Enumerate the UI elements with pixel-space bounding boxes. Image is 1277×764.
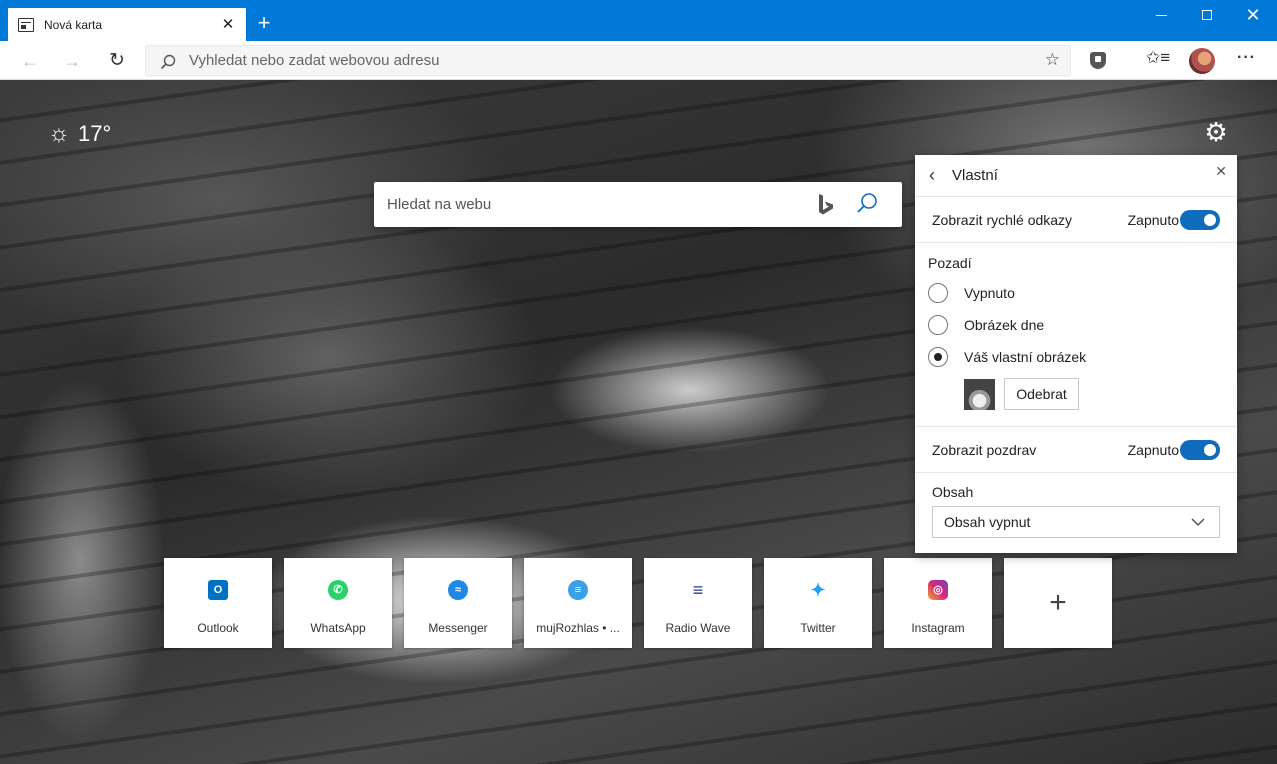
refresh-icon[interactable]: ↻ [102, 46, 132, 76]
radio-label: Vypnuto [964, 285, 1015, 301]
messenger-icon: ≈ [448, 580, 468, 600]
search-submit-icon[interactable] [855, 192, 879, 216]
whatsapp-icon: ✆ [328, 580, 348, 600]
panel-title: Vlastní [952, 167, 998, 184]
quick-links-label: Zobrazit rychlé odkazy [932, 212, 1073, 228]
twitter-icon: ✦ [808, 580, 828, 600]
quick-links: O Outlook ✆ WhatsApp ≈ Messenger ≡ mujRo… [164, 558, 1124, 648]
quick-link-label: WhatsApp [310, 621, 366, 635]
customize-panel: ‹ Vlastní ✕ Zobrazit rychlé odkazy Zapnu… [915, 155, 1237, 553]
new-tab-button[interactable]: + [252, 12, 276, 36]
web-search-input[interactable]: Hledat na webu [387, 182, 491, 227]
tab-close-icon[interactable]: ✕ [220, 16, 236, 33]
back-arrow-icon[interactable]: ← [15, 46, 45, 76]
weather-widget[interactable]: ☼ 17° [48, 120, 111, 148]
quick-link-label: Instagram [911, 621, 965, 635]
quick-link-label: Messenger [428, 621, 488, 635]
tab-new-tab[interactable]: Nová karta ✕ [8, 8, 246, 41]
quick-link-mujrozhlas[interactable]: ≡ mujRozhlas • ... [524, 558, 632, 648]
greeting-label: Zobrazit pozdrav [932, 442, 1037, 458]
more-icon[interactable]: ··· [1237, 49, 1256, 67]
add-quick-link-button[interactable]: + [1004, 558, 1112, 648]
browser-toolbar: ← → ↻ Vyhledat nebo zadat webovou adresu… [0, 41, 1277, 80]
minimize-button[interactable] [1138, 0, 1184, 30]
maximize-icon [1202, 10, 1212, 20]
radio-button-checked[interactable] [928, 347, 948, 367]
remove-button[interactable]: Odebrat [1004, 378, 1079, 410]
quick-link-label: Twitter [800, 621, 836, 635]
address-placeholder: Vyhledat nebo zadat webovou adresu [189, 52, 440, 69]
content-label: Obsah [932, 484, 974, 500]
bing-icon [819, 194, 833, 215]
quick-link-label: Radio Wave [665, 621, 731, 635]
greeting-setting: Zobrazit pozdrav Zapnuto [915, 427, 1237, 473]
content-setting: Obsah Obsah vypnut [915, 473, 1237, 553]
content-select[interactable]: Obsah vypnut [932, 506, 1220, 538]
address-bar[interactable]: Vyhledat nebo zadat webovou adresu ☆ [145, 45, 1071, 76]
weather-temperature: 17° [78, 121, 112, 146]
quick-link-whatsapp[interactable]: ✆ WhatsApp [284, 558, 392, 648]
quick-link-outlook[interactable]: O Outlook [164, 558, 272, 648]
chevron-down-icon [1191, 518, 1205, 526]
radio-label: Obrázek dne [964, 317, 1045, 333]
mujrozhlas-icon: ≡ [568, 580, 588, 600]
window-close-button[interactable]: ✕ [1230, 0, 1276, 30]
web-search-box[interactable]: Hledat na webu [374, 182, 902, 227]
quick-link-instagram[interactable]: ◎ Instagram [884, 558, 992, 648]
quick-link-messenger[interactable]: ≈ Messenger [404, 558, 512, 648]
panel-header: ‹ Vlastní ✕ [915, 155, 1237, 197]
radio-label: Váš vlastní obrázek [964, 349, 1087, 365]
search-icon [160, 54, 176, 70]
background-option-daily[interactable]: Obrázek dne [928, 315, 1044, 335]
background-setting: Pozadí Vypnuto Obrázek dne Váš vlastní o… [915, 243, 1237, 427]
close-icon[interactable]: ✕ [1215, 163, 1227, 180]
background-option-off[interactable]: Vypnuto [928, 283, 1015, 303]
custom-background-thumbnail [964, 379, 995, 410]
gear-icon[interactable]: ⚙ [1203, 119, 1229, 145]
forward-arrow-icon[interactable]: → [57, 46, 87, 76]
background-title: Pozadí [928, 255, 972, 271]
quick-link-label: mujRozhlas • ... [536, 621, 620, 635]
background-option-custom[interactable]: Váš vlastní obrázek [928, 347, 1086, 367]
star-icon[interactable]: ☆ [1045, 50, 1060, 70]
favorites-icon[interactable]: ✩≡ [1146, 48, 1170, 68]
quick-links-setting: Zobrazit rychlé odkazy Zapnuto [915, 197, 1237, 243]
radio-button[interactable] [928, 283, 948, 303]
greeting-state: Zapnuto [1127, 442, 1179, 458]
content-select-value: Obsah vypnut [944, 514, 1031, 530]
quick-links-state: Zapnuto [1127, 212, 1179, 228]
quick-link-label: Outlook [197, 621, 239, 635]
greeting-toggle[interactable] [1180, 440, 1220, 460]
sun-icon: ☼ [48, 120, 70, 147]
minimize-icon [1155, 15, 1167, 16]
radio-wave-icon: ≡ [688, 580, 708, 600]
avatar[interactable] [1189, 48, 1215, 74]
title-bar: Nová karta ✕ + ✕ [0, 0, 1277, 41]
quick-links-toggle[interactable] [1180, 210, 1220, 230]
instagram-icon: ◎ [928, 580, 948, 600]
back-chevron-icon[interactable]: ‹ [929, 165, 935, 186]
radio-button[interactable] [928, 315, 948, 335]
tab-title: Nová karta [44, 17, 103, 32]
quick-link-twitter[interactable]: ✦ Twitter [764, 558, 872, 648]
shield-icon[interactable] [1090, 52, 1106, 69]
quick-link-radio-wave[interactable]: ≡ Radio Wave [644, 558, 752, 648]
maximize-button[interactable] [1184, 0, 1230, 30]
outlook-icon: O [208, 580, 228, 600]
new-tab-page-icon [18, 17, 34, 32]
